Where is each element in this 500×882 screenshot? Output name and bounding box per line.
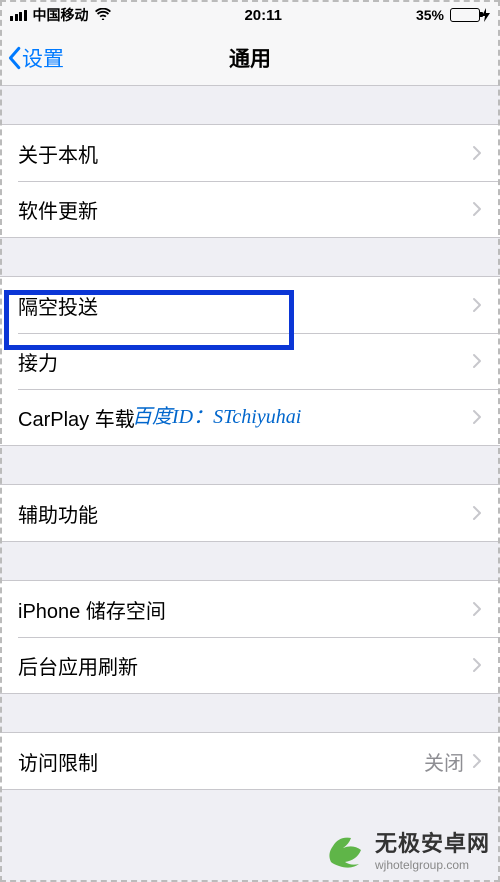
chevron-right-icon xyxy=(472,145,482,161)
chevron-right-icon xyxy=(472,353,482,369)
settings-cell[interactable]: iPhone 储存空间 xyxy=(0,581,500,637)
settings-cell[interactable]: 接力 xyxy=(0,333,500,389)
brand-url: wjhotelgroup.com xyxy=(375,858,490,872)
settings-cell[interactable]: 后台应用刷新 xyxy=(0,637,500,693)
status-right: 35% xyxy=(416,7,490,23)
brand-logo-icon xyxy=(321,826,367,872)
chevron-right-icon xyxy=(472,601,482,617)
page-title: 通用 xyxy=(229,43,271,73)
nav-bar: 设置 通用 xyxy=(0,30,500,86)
brand-name: 无极安卓网 xyxy=(375,826,490,858)
cell-value: 关闭 xyxy=(424,747,464,776)
cell-label: 隔空投送 xyxy=(18,291,98,320)
carrier-label: 中国移动 xyxy=(33,5,89,25)
cell-label: 辅助功能 xyxy=(18,499,98,528)
settings-cell[interactable]: 辅助功能 xyxy=(0,485,500,541)
cell-label: iPhone 储存空间 xyxy=(18,595,166,624)
brand-watermark: 无极安卓网 wjhotelgroup.com xyxy=(321,826,490,872)
chevron-right-icon xyxy=(472,201,482,217)
settings-cell[interactable]: CarPlay 车载 xyxy=(0,389,500,445)
chevron-right-icon xyxy=(472,505,482,521)
cell-label: 后台应用刷新 xyxy=(18,651,138,680)
chevron-right-icon xyxy=(472,409,482,425)
settings-group: 隔空投送接力 CarPlay 车载 xyxy=(0,276,500,446)
battery-percent: 35% xyxy=(416,7,444,23)
cell-label: 访问限制 xyxy=(18,747,98,776)
chevron-left-icon xyxy=(6,46,22,70)
back-label: 设置 xyxy=(22,43,64,73)
battery-icon xyxy=(450,8,490,22)
status-time: 20:11 xyxy=(244,7,282,24)
settings-cell[interactable]: 访问限制 关闭 xyxy=(0,733,500,789)
cell-label: 软件更新 xyxy=(18,195,98,224)
chevron-right-icon xyxy=(472,657,482,673)
settings-cell[interactable]: 关于本机 xyxy=(0,125,500,181)
settings-group: 访问限制 关闭 xyxy=(0,732,500,790)
content: 关于本机软件更新隔空投送接力 CarPlay 车载辅助功能 iPhone 储存空间后… xyxy=(0,124,500,790)
settings-group: 关于本机软件更新 xyxy=(0,124,500,238)
back-button[interactable]: 设置 xyxy=(6,43,64,73)
wifi-icon xyxy=(95,7,111,23)
status-bar: 中国移动 20:11 35% xyxy=(0,0,500,30)
settings-cell[interactable]: 隔空投送 xyxy=(0,277,500,333)
status-left: 中国移动 xyxy=(10,5,111,25)
cell-label: CarPlay 车载 xyxy=(18,403,135,432)
signal-icon xyxy=(10,10,27,21)
settings-group: iPhone 储存空间后台应用刷新 xyxy=(0,580,500,694)
cell-label: 接力 xyxy=(18,347,58,376)
settings-cell[interactable]: 软件更新 xyxy=(0,181,500,237)
settings-group: 辅助功能 xyxy=(0,484,500,542)
chevron-right-icon xyxy=(472,753,482,769)
chevron-right-icon xyxy=(472,297,482,313)
cell-label: 关于本机 xyxy=(18,139,98,168)
